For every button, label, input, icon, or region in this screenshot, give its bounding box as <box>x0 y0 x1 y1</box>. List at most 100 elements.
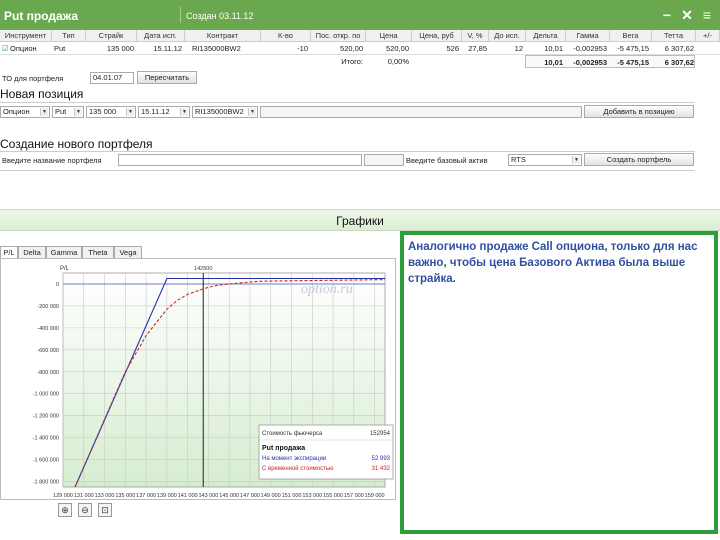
type-select-value: Put <box>55 107 67 116</box>
legend-title-label: Put продажа <box>262 445 305 452</box>
col-qty[interactable]: К-во <box>261 30 311 42</box>
type-select[interactable]: Put ▼ <box>52 106 84 118</box>
date-select[interactable]: 15.11.12 ▼ <box>138 106 190 118</box>
annotation-note: Аналогично продаже Call опциона, только … <box>400 231 718 534</box>
title-divider <box>180 7 181 23</box>
divider <box>0 170 695 171</box>
col-vega[interactable]: Вега <box>610 30 652 42</box>
divider <box>0 151 695 152</box>
totals-delta: 10,01 <box>544 58 563 67</box>
col-vol[interactable]: V, % <box>462 30 489 42</box>
minimize-button[interactable]: − <box>660 7 674 23</box>
new-portfolio-title: Создание нового портфеля <box>0 137 153 151</box>
chevron-down-icon: ▼ <box>40 108 48 116</box>
y-tick-label: -1 200 000 <box>33 414 59 420</box>
current-price-label: 142500 <box>194 266 212 272</box>
instrument-select[interactable]: Опцион ▼ <box>0 106 50 118</box>
create-portfolio-button[interactable]: Создать портфель <box>584 153 694 166</box>
col-price-rub[interactable]: Цена, руб <box>412 30 462 42</box>
col-delta[interactable]: Дельта <box>526 30 566 42</box>
x-tick-label: 157 000 <box>344 493 364 499</box>
x-tick-label: 139 000 <box>157 493 177 499</box>
y-tick-label: -1 800 000 <box>33 480 59 486</box>
base-asset-value: RTS <box>511 155 526 164</box>
col-date[interactable]: Дата исп. <box>137 30 185 42</box>
base-asset-label: Введите базовый актив <box>406 156 488 165</box>
add-to-position-button[interactable]: Добавить в позицию <box>584 105 694 118</box>
x-tick-label: 153 000 <box>302 493 322 499</box>
cell-qty: -10 <box>297 44 308 53</box>
col-plusminus[interactable]: +/- <box>696 30 720 42</box>
instrument-select-value: Опцион <box>3 107 30 116</box>
legend-time-value-label: С временной стоимостью <box>262 465 334 472</box>
x-tick-label: 137 000 <box>136 493 156 499</box>
date-select-value: 15.11.12 <box>141 107 170 116</box>
cell-theta: 6 307,62 <box>664 44 694 53</box>
col-strike[interactable]: Страйк <box>86 30 137 42</box>
tab-gamma[interactable]: Gamma <box>46 246 82 258</box>
cell-instrument: Опцион <box>10 44 37 53</box>
portfolio-extra-field[interactable] <box>364 154 404 166</box>
col-price[interactable]: Цена <box>366 30 412 42</box>
tab-theta[interactable]: Theta <box>82 246 114 258</box>
col-days[interactable]: До исп. <box>489 30 526 42</box>
x-tick-label: 129 000 <box>53 493 73 499</box>
y-tick-label: -800 000 <box>37 370 59 376</box>
x-tick-label: 135 000 <box>115 493 135 499</box>
col-pos-open[interactable]: Пос. откр. по <box>311 30 366 42</box>
x-tick-label: 133 000 <box>95 493 115 499</box>
contract-select-value: RI135000BW2 <box>195 107 244 116</box>
x-tick-label: 155 000 <box>323 493 343 499</box>
cell-strike: 135 000 <box>106 44 134 53</box>
cell-price: 520,00 <box>386 44 409 53</box>
chart-panel: 129 000 131 000 133 000 135 000 137 000 139 0… <box>0 258 396 500</box>
portfolio-name-input[interactable] <box>118 154 362 166</box>
y-axis-label: P/L <box>60 266 70 272</box>
divider <box>0 102 695 103</box>
strike-select-value: 135 000 <box>89 107 117 116</box>
menu-button[interactable]: ≡ <box>700 7 714 23</box>
totals-vega: -5 475,15 <box>617 58 649 67</box>
graphs-title: Графики <box>336 214 384 228</box>
cell-vega: -5 475,15 <box>617 44 649 53</box>
pl-chart[interactable]: 129 000 131 000 133 000 135 000 137 000 139 0… <box>1 259 397 501</box>
tab-delta[interactable]: Delta <box>18 246 46 258</box>
tab-vega[interactable]: Vega <box>114 246 142 258</box>
close-button[interactable]: ✕ <box>680 7 694 23</box>
col-gamma[interactable]: Гамма <box>566 30 610 42</box>
window-title: Put продажа <box>4 9 79 23</box>
totals-theta: 6 307,62 <box>664 58 694 67</box>
legend-expiration-label: На момент экспирации <box>262 456 326 462</box>
row-checkbox[interactable]: ☑ <box>2 42 10 55</box>
x-tick-label: 141 000 <box>178 493 198 499</box>
x-tick-label: 149 000 <box>261 493 281 499</box>
col-type[interactable]: Тип <box>52 30 86 42</box>
strike-select[interactable]: 135 000 ▼ <box>86 106 136 118</box>
totals-label: Итого: <box>341 57 363 66</box>
y-tick-label: -200 000 <box>37 304 59 310</box>
zoom-fit-icon[interactable]: ⊡ <box>98 503 112 517</box>
col-theta[interactable]: Тетта <box>652 30 696 42</box>
col-instrument[interactable]: Инструмент <box>0 30 52 42</box>
cell-days: 12 <box>514 44 523 53</box>
zoom-out-icon[interactable]: ⊖ <box>78 503 92 517</box>
x-tick-label: 145 000 <box>219 493 239 499</box>
position-quantity-field[interactable] <box>260 106 582 118</box>
recalculate-button[interactable]: Пересчитать <box>137 71 197 84</box>
cell-type: Put <box>54 44 66 53</box>
zoom-in-icon[interactable]: ⊕ <box>58 503 72 517</box>
portfolio-date-input[interactable]: 04.01.07 <box>90 72 134 84</box>
base-asset-select[interactable]: RTS ▼ <box>508 154 582 166</box>
y-tick-label: 0 <box>56 282 59 288</box>
tab-pl[interactable]: P/L <box>0 246 18 258</box>
cell-contract: RI135000BW2 <box>192 44 241 53</box>
contract-select[interactable]: RI135000BW2 ▼ <box>192 106 258 118</box>
table-row[interactable]: ☑ Опцион Put 135 000 15.11.12 RI135000BW… <box>0 42 720 55</box>
chevron-down-icon: ▼ <box>74 108 82 116</box>
legend-futures-value: 152954 <box>370 431 391 437</box>
totals-gamma: -0,002953 <box>573 58 607 67</box>
watermark: option.ru <box>301 282 353 297</box>
x-tick-label: 151 000 <box>282 493 302 499</box>
col-contract[interactable]: Контракт <box>185 30 261 42</box>
cell-pos-open: 520,00 <box>340 44 363 53</box>
